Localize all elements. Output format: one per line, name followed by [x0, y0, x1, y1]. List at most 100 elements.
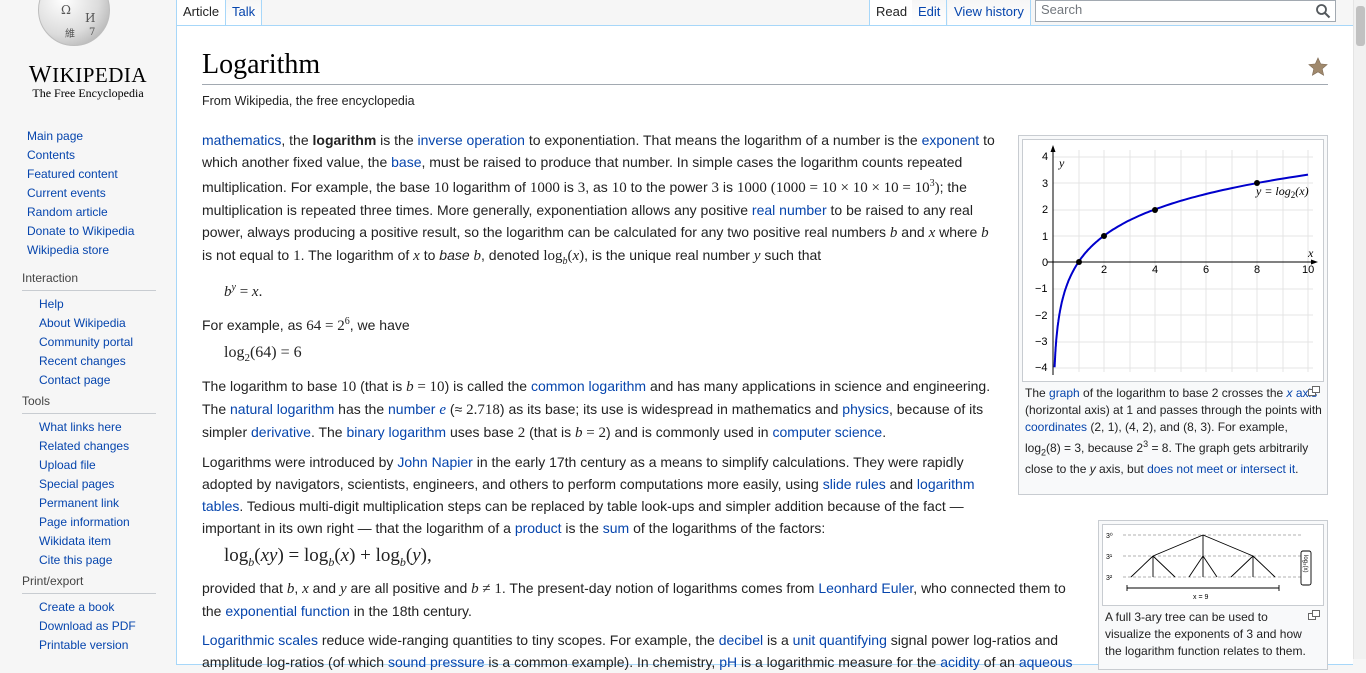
- sidebar-item-current-events[interactable]: Current events: [27, 186, 106, 200]
- paragraph-example: For example, as 64 = 26, we have: [202, 316, 410, 334]
- paragraph-intro: mathematics, the logarithm is the invers…: [202, 132, 995, 267]
- link-john-napier[interactable]: John Napier: [397, 454, 473, 470]
- x-tick-4: 4: [1152, 264, 1158, 276]
- link-logarithmic-scales[interactable]: Logarithmic scales: [202, 632, 318, 648]
- graph-y-label: y: [1058, 156, 1065, 170]
- y-tick-m2: −2: [1035, 310, 1048, 322]
- link-decibel[interactable]: decibel: [719, 632, 763, 648]
- link-computer-science[interactable]: computer science: [773, 424, 883, 440]
- link-unit-quantifying[interactable]: unit quantifying: [793, 632, 887, 648]
- caption-fragment: The: [1025, 386, 1050, 400]
- link-binary-logarithm[interactable]: binary logarithm: [346, 424, 446, 440]
- scrollbar-thumb[interactable]: [1356, 6, 1365, 46]
- sidebar-item-about[interactable]: About Wikipedia: [39, 316, 126, 330]
- sidebar-item-wikidata-item[interactable]: Wikidata item: [39, 534, 111, 548]
- sidebar-item-featured-content[interactable]: Featured content: [27, 167, 118, 181]
- caption-fragment: .: [1295, 462, 1299, 477]
- link-leonhard-euler[interactable]: Leonhard Euler: [818, 580, 913, 596]
- search-icon[interactable]: [1315, 3, 1331, 19]
- puzzle-globe-icon: Ω И 維 7: [38, 0, 110, 46]
- link-exponent[interactable]: exponent: [922, 132, 980, 148]
- sidebar-item-upload-file[interactable]: Upload file: [39, 458, 96, 472]
- search-input[interactable]: Search: [1035, 0, 1336, 22]
- paragraph-euler: provided that b, x and y are all positiv…: [202, 579, 1066, 619]
- link-mathematics[interactable]: mathematics: [202, 132, 281, 148]
- sidebar-item-special-pages[interactable]: Special pages: [39, 477, 114, 491]
- tab-edit[interactable]: Edit: [912, 0, 948, 25]
- link-common-logarithm[interactable]: common logarithm: [531, 378, 646, 394]
- sidebar-item-related-changes[interactable]: Related changes: [39, 439, 129, 453]
- link-product[interactable]: product: [515, 520, 562, 536]
- page-title: Logarithm: [202, 48, 1328, 85]
- tab-read[interactable]: Read: [869, 0, 915, 25]
- link-x[interactable]: x: [1287, 386, 1293, 400]
- sidebar-item-printable-version[interactable]: Printable version: [39, 638, 128, 652]
- link-sound-pressure[interactable]: sound pressure: [388, 654, 485, 670]
- link-real-number[interactable]: real number: [752, 202, 827, 218]
- tree-label-3-1: 3¹: [1106, 554, 1113, 561]
- figure-caption-log2: The graph of the logarithm to base 2 cro…: [1022, 382, 1324, 478]
- sidebar-heading-interaction[interactable]: Interaction: [22, 270, 156, 286]
- tab-talk[interactable]: Talk: [226, 0, 263, 25]
- content-area: Logarithm From Wikipedia, the free encyc…: [176, 25, 1353, 670]
- featured-star-icon: [1308, 57, 1328, 76]
- sidebar-item-permanent-link[interactable]: Permanent link: [39, 496, 119, 510]
- tree-label-3-2: 3²: [1106, 575, 1113, 582]
- link-aqueous[interactable]: aqueous: [1019, 654, 1073, 670]
- ternary-tree-svg: 3⁰ 3¹ 3² x = 9 log₃(x): [1106, 532, 1312, 601]
- sidebar-item-random-article[interactable]: Random article: [27, 205, 108, 219]
- link-graph[interactable]: graph: [1049, 386, 1080, 400]
- tree-label-3-0: 3⁰: [1106, 532, 1113, 540]
- link-inverse-operation[interactable]: inverse operation: [418, 132, 525, 148]
- caption-text: A full 3-ary tree can be used to visuali…: [1105, 610, 1306, 658]
- article-body: mathematics, the logarithm is the invers…: [202, 129, 1073, 673]
- y-tick-m4: −4: [1035, 362, 1048, 374]
- link-ph[interactable]: pH: [719, 654, 737, 670]
- page-scrollbar[interactable]: [1353, 0, 1366, 659]
- sidebar-item-create-book[interactable]: Create a book: [39, 600, 114, 614]
- formula-example: log2(64) = 6: [224, 344, 302, 365]
- link-slide-rules[interactable]: slide rules: [823, 476, 886, 492]
- link-does-not-meet[interactable]: does not meet or intersect it: [1147, 462, 1295, 476]
- y-tick-3: 3: [1042, 178, 1048, 190]
- log2-graph-image[interactable]: 2 4 6 8 10 4 3 2 1 0 −1 −2 −3 −4 y x y =…: [1022, 139, 1324, 382]
- sidebar-item-page-information[interactable]: Page information: [39, 515, 130, 529]
- ternary-tree-image[interactable]: 3⁰ 3¹ 3² x = 9 log₃(x): [1102, 524, 1324, 606]
- sidebar-item-donate[interactable]: Donate to Wikipedia: [27, 224, 134, 238]
- figure-caption-tree: A full 3-ary tree can be used to visuali…: [1102, 606, 1324, 660]
- sidebar-item-contact[interactable]: Contact page: [39, 373, 110, 387]
- sidebar-item-contents[interactable]: Contents: [27, 148, 75, 162]
- sidebar-item-what-links-here[interactable]: What links here: [39, 420, 122, 434]
- link-sum[interactable]: sum: [603, 520, 629, 536]
- sidebar-heading-print-export[interactable]: Print/export: [22, 573, 156, 589]
- sidebar-item-recent-changes[interactable]: Recent changes: [39, 354, 126, 368]
- wordmark: WIKIPEDIA: [28, 62, 148, 88]
- sidebar-item-download-pdf[interactable]: Download as PDF: [39, 619, 136, 633]
- magnify-icon[interactable]: [1308, 386, 1320, 396]
- link-physics[interactable]: physics: [842, 401, 889, 417]
- tab-article[interactable]: Article: [176, 0, 227, 25]
- y-tick-m3: −3: [1035, 336, 1048, 348]
- formula-product-rule: logb(xy) = logb(x) + logb(y),: [224, 545, 432, 569]
- sidebar-item-community-portal[interactable]: Community portal: [39, 335, 133, 349]
- figure-ternary-tree: 3⁰ 3¹ 3² x = 9 log₃(x) A full 3-ary tree…: [1098, 520, 1328, 670]
- link-exponential-function[interactable]: exponential function: [225, 603, 350, 619]
- magnify-icon[interactable]: [1308, 610, 1320, 620]
- link-number-e[interactable]: number e: [388, 401, 446, 418]
- link-acidity[interactable]: acidity: [940, 654, 980, 670]
- link-natural-logarithm[interactable]: natural logarithm: [230, 401, 334, 417]
- sidebar-interaction: Interaction Help About Wikipedia Communi…: [22, 270, 156, 390]
- tab-view-history[interactable]: View history: [948, 0, 1031, 25]
- link-derivative[interactable]: derivative: [251, 424, 311, 440]
- sidebar-item-help[interactable]: Help: [39, 297, 64, 311]
- caption-fragment: of the logarithm to base 2 crosses the: [1079, 386, 1287, 400]
- wikipedia-logo[interactable]: Ω И 維 7 WIKIPEDIA The Free Encyclopedia: [0, 0, 176, 110]
- sidebar-item-store[interactable]: Wikipedia store: [27, 243, 109, 257]
- sidebar-heading-tools[interactable]: Tools: [22, 393, 156, 409]
- link-base[interactable]: base: [391, 154, 421, 170]
- link-coordinates[interactable]: coordinates: [1025, 420, 1087, 434]
- sidebar-item-cite-this-page[interactable]: Cite this page: [39, 553, 112, 567]
- sidebar-item-main-page[interactable]: Main page: [27, 129, 83, 143]
- site-subtitle: From Wikipedia, the free encyclopedia: [202, 94, 415, 108]
- y-tick-m1: −1: [1035, 283, 1048, 295]
